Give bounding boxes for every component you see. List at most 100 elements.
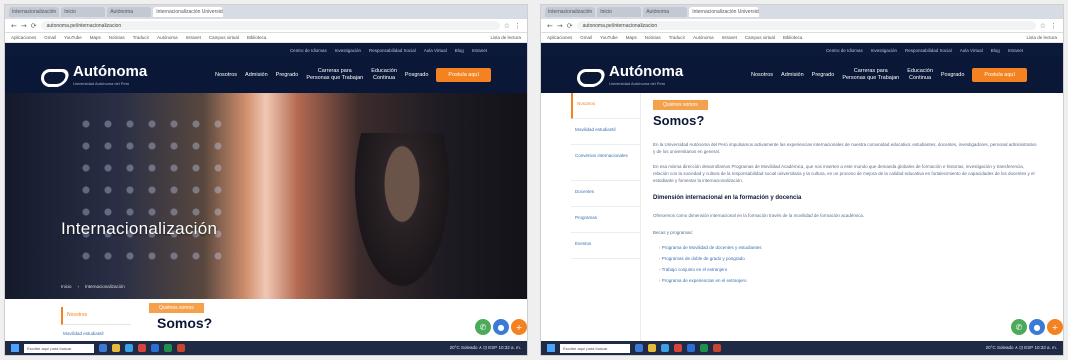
bookmark[interactable]: Aplicaciones bbox=[547, 35, 572, 40]
bookmark[interactable]: Noticias bbox=[109, 35, 125, 40]
excel-icon[interactable] bbox=[700, 344, 708, 352]
edge-icon[interactable] bbox=[125, 344, 133, 352]
sidebar-item[interactable]: Movilidad estudiantil bbox=[63, 331, 104, 336]
reload-icon[interactable]: ⟳ bbox=[567, 22, 573, 30]
top-link[interactable]: Blog bbox=[991, 48, 1000, 53]
task-view-icon[interactable] bbox=[635, 344, 643, 352]
top-link[interactable]: Blog bbox=[455, 48, 464, 53]
bookmark[interactable]: Gmail bbox=[44, 35, 56, 40]
top-link[interactable]: Centro de Idiomas bbox=[290, 48, 327, 53]
top-link[interactable]: Aula Virtual bbox=[424, 48, 447, 53]
top-link[interactable]: Intranet bbox=[472, 48, 487, 53]
sidebar-item[interactable]: Convenios internacionales bbox=[571, 145, 640, 181]
bookmark[interactable]: Noticias bbox=[645, 35, 661, 40]
url-field[interactable]: autonoma.pe/internacionalizacion bbox=[40, 21, 500, 30]
bookmark[interactable]: Campus virtual bbox=[209, 35, 239, 40]
bookmark[interactable]: Intranet bbox=[186, 35, 201, 40]
list-item[interactable]: Trabajo conjunto en el extranjero bbox=[659, 267, 1039, 272]
nav-item-admision[interactable]: Admisión bbox=[245, 72, 268, 79]
whatsapp-icon[interactable]: ✆ bbox=[475, 319, 491, 335]
top-link[interactable]: Centro de Idiomas bbox=[826, 48, 863, 53]
list-item[interactable]: Programas de doble de grado y posgrado bbox=[659, 256, 1039, 261]
browser-tab[interactable]: Inicio bbox=[597, 7, 642, 17]
taskbar-search[interactable]: Escribe aquí para buscar bbox=[560, 343, 630, 353]
nav-item-nosotros[interactable]: Nosotros bbox=[215, 72, 237, 79]
sidebar-item[interactable]: Programas bbox=[571, 207, 640, 233]
bookmark[interactable]: Biblioteca bbox=[247, 35, 267, 40]
sidebar-item-active[interactable]: Nosotros bbox=[571, 93, 640, 119]
apply-button[interactable]: Postula aquí bbox=[436, 68, 491, 82]
back-icon[interactable]: ← bbox=[11, 22, 17, 30]
browser-tab-active[interactable]: Internacionalización Universidad × bbox=[153, 7, 224, 17]
reload-icon[interactable]: ⟳ bbox=[31, 22, 37, 30]
whatsapp-icon[interactable]: ✆ bbox=[1011, 319, 1027, 335]
task-view-icon[interactable] bbox=[99, 344, 107, 352]
chat-icon[interactable]: ● bbox=[1029, 319, 1045, 335]
site-logo[interactable]: Autónoma Universidad Autónoma del Perú bbox=[41, 64, 147, 87]
nav-item-carreras[interactable]: Carreras para Personas que Trabajan bbox=[842, 68, 899, 81]
powerpoint-icon[interactable] bbox=[177, 344, 185, 352]
browser-tab[interactable]: Internacionalización bbox=[545, 7, 596, 17]
nav-item-posgrado[interactable]: Posgrado bbox=[405, 72, 429, 79]
browser-tab[interactable]: Inicio bbox=[61, 7, 106, 17]
reading-list[interactable]: Lista de lectura bbox=[490, 35, 521, 40]
browser-tab[interactable]: Autónoma bbox=[107, 7, 152, 17]
star-icon[interactable]: ☆ bbox=[504, 22, 510, 30]
reading-list[interactable]: Lista de lectura bbox=[1026, 35, 1057, 40]
nav-item-educacion[interactable]: Educación Continua bbox=[371, 68, 397, 81]
top-link[interactable]: Responsabilidad Social bbox=[905, 48, 952, 53]
bookmark[interactable]: YouTube bbox=[64, 35, 82, 40]
plus-icon[interactable]: + bbox=[1047, 319, 1063, 335]
nav-item-educacion[interactable]: Educación Continua bbox=[907, 68, 933, 81]
sidebar-item-active[interactable]: Nosotros bbox=[61, 307, 131, 325]
apply-button[interactable]: Postula aquí bbox=[972, 68, 1027, 82]
sidebar-item[interactable]: Eventos bbox=[571, 233, 640, 259]
url-field[interactable]: autonoma.pe/internacionalizacion bbox=[576, 21, 1036, 30]
powerpoint-icon[interactable] bbox=[713, 344, 721, 352]
site-logo[interactable]: Autónoma Universidad Autónoma del Perú bbox=[577, 64, 683, 87]
windows-start-icon[interactable] bbox=[11, 344, 19, 352]
browser-tab-active[interactable]: Internacionalización Universidad × bbox=[689, 7, 760, 17]
taskbar-search[interactable]: Escribe aquí para buscar bbox=[24, 343, 94, 353]
sidebar-item[interactable]: Movilidad estudiantil bbox=[571, 119, 640, 145]
nav-item-posgrado[interactable]: Posgrado bbox=[941, 72, 965, 79]
list-item[interactable]: Programa de experiencias en el extranjer… bbox=[659, 278, 1039, 283]
list-item[interactable]: Programa de Movilidad de docentes y estu… bbox=[659, 245, 1039, 250]
bookmark[interactable]: Maps bbox=[90, 35, 101, 40]
bookmark[interactable]: Autónoma bbox=[693, 35, 714, 40]
word-icon[interactable] bbox=[687, 344, 695, 352]
top-link[interactable]: Intranet bbox=[1008, 48, 1023, 53]
top-link[interactable]: Investigación bbox=[871, 48, 897, 53]
windows-start-icon[interactable] bbox=[547, 344, 555, 352]
chat-icon[interactable]: ● bbox=[493, 319, 509, 335]
bookmark[interactable]: Traducir bbox=[669, 35, 685, 40]
file-explorer-icon[interactable] bbox=[112, 344, 120, 352]
excel-icon[interactable] bbox=[164, 344, 172, 352]
nav-item-nosotros[interactable]: Nosotros bbox=[751, 72, 773, 79]
forward-icon[interactable]: → bbox=[21, 22, 27, 30]
edge-icon[interactable] bbox=[661, 344, 669, 352]
nav-item-carreras[interactable]: Carreras para Personas que Trabajan bbox=[306, 68, 363, 81]
bookmark[interactable]: Aplicaciones bbox=[11, 35, 36, 40]
bookmark[interactable]: YouTube bbox=[600, 35, 618, 40]
sidebar-item[interactable]: Docentes bbox=[571, 181, 640, 207]
top-link[interactable]: Aula Virtual bbox=[960, 48, 983, 53]
menu-icon[interactable]: ⋮ bbox=[514, 22, 521, 30]
nav-item-pregrado[interactable]: Pregrado bbox=[276, 72, 299, 79]
top-link[interactable]: Responsabilidad Social bbox=[369, 48, 416, 53]
nav-item-pregrado[interactable]: Pregrado bbox=[812, 72, 835, 79]
nav-item-admision[interactable]: Admisión bbox=[781, 72, 804, 79]
bookmark[interactable]: Biblioteca bbox=[783, 35, 803, 40]
forward-icon[interactable]: → bbox=[557, 22, 563, 30]
file-explorer-icon[interactable] bbox=[648, 344, 656, 352]
chrome-icon[interactable] bbox=[138, 344, 146, 352]
bookmark[interactable]: Maps bbox=[626, 35, 637, 40]
bookmark[interactable]: Campus virtual bbox=[745, 35, 775, 40]
top-link[interactable]: Investigación bbox=[335, 48, 361, 53]
browser-tab[interactable]: Internacionalización bbox=[9, 7, 60, 17]
bookmark[interactable]: Intranet bbox=[722, 35, 737, 40]
star-icon[interactable]: ☆ bbox=[1040, 22, 1046, 30]
back-icon[interactable]: ← bbox=[547, 22, 553, 30]
menu-icon[interactable]: ⋮ bbox=[1050, 22, 1057, 30]
bookmark[interactable]: Autónoma bbox=[157, 35, 178, 40]
